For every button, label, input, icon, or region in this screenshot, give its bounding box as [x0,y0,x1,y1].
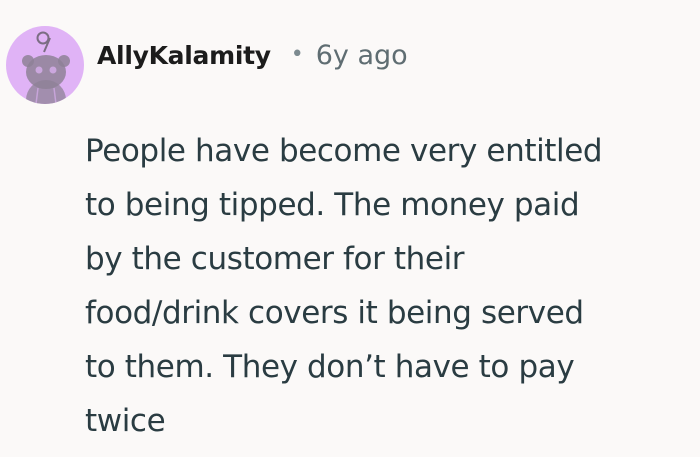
comment-body-line: food/drink covers it being served [85,295,584,331]
comment-body-line: People have become very entitled [85,133,603,169]
user-avatar-icon[interactable] [6,26,84,104]
comment-header: AllyKalamity • 6y ago [97,35,408,75]
comment-body-line: twice [85,403,166,439]
separator-dot: • [290,41,304,67]
comment-body: People have become very entitled to bein… [85,124,685,448]
username-link[interactable]: AllyKalamity [97,41,271,70]
comment-body-line: by the customer for their [85,241,465,277]
snoo-icon [22,31,70,104]
comment: AllyKalamity • 6y ago People have become… [0,0,700,457]
comment-body-line: to being tipped. The money paid [85,187,580,223]
comment-body-line: to them. They don’t have to pay [85,349,575,385]
timestamp[interactable]: 6y ago [316,40,408,71]
